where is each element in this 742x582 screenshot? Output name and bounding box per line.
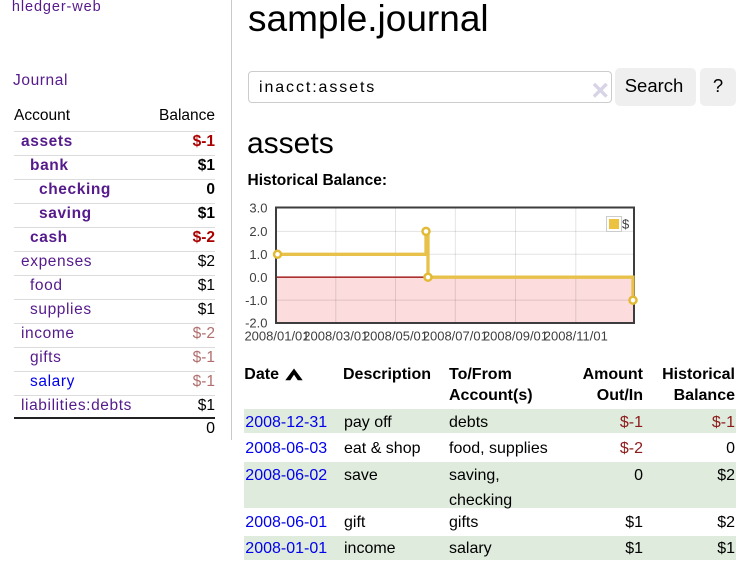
- svg-text:2008/07/01: 2008/07/01: [423, 329, 488, 344]
- svg-text:-1.0: -1.0: [245, 293, 267, 308]
- svg-text:3.0: 3.0: [249, 201, 267, 216]
- svg-text:2.0: 2.0: [249, 224, 267, 239]
- svg-text:1.0: 1.0: [249, 247, 267, 262]
- svg-text:2008/05/01: 2008/05/01: [363, 329, 428, 344]
- svg-text:$: $: [622, 217, 630, 232]
- svg-text:2008/01/01: 2008/01/01: [244, 329, 309, 344]
- svg-text:0.0: 0.0: [249, 270, 267, 285]
- svg-text:2008/09/01: 2008/09/01: [483, 329, 548, 344]
- svg-text:2008/11/01: 2008/11/01: [544, 329, 608, 344]
- svg-text:2008/03/01: 2008/03/01: [303, 329, 368, 344]
